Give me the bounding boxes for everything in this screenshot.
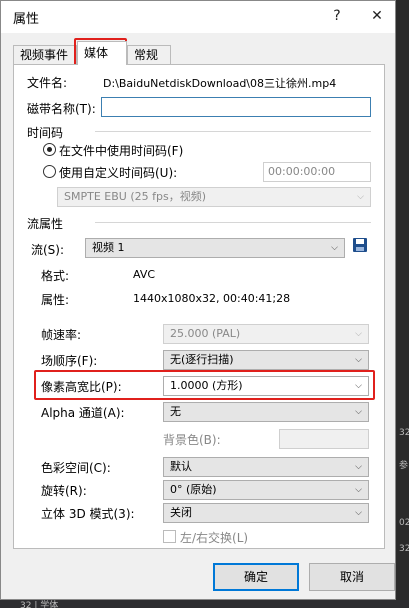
bg-text: 32: [399, 544, 409, 554]
chevron-down-icon: ⌵: [331, 243, 338, 253]
attributes-value: 1440x1080x32, 00:40:41;28: [133, 292, 291, 305]
framerate-select[interactable]: 25.000 (PAL) ⌵: [163, 324, 369, 344]
timecode-format-value: SMPTE EBU (25 fps，视频): [64, 190, 206, 203]
dialog-title: 属性: [13, 12, 40, 27]
background-timeline: 32 | 学体: [0, 600, 409, 608]
background-app: 32 参 02 32: [397, 0, 409, 608]
colorspace-value: 默认: [170, 460, 192, 473]
tab-video-event[interactable]: 视频事件: [13, 45, 77, 65]
stream-section: 流属性: [27, 217, 64, 231]
framerate-value: 25.000 (PAL): [170, 327, 241, 340]
use-custom-timecode-radio[interactable]: [43, 165, 56, 178]
field-order-select[interactable]: 无(逐行扫描) ⌵: [163, 350, 369, 370]
use-file-timecode-radio[interactable]: [43, 143, 56, 156]
chevron-down-icon: ⌵: [355, 381, 362, 391]
field-order-label: 场顺序(F):: [41, 354, 98, 368]
chevron-down-icon: ⌵: [357, 192, 364, 202]
timecode-format-select[interactable]: SMPTE EBU (25 fps，视频) ⌵: [57, 187, 371, 207]
bgcolor-swatch[interactable]: [279, 429, 369, 449]
alpha-select[interactable]: 无 ⌵: [163, 402, 369, 422]
divider: [95, 222, 371, 223]
stereo-value: 关闭: [170, 506, 192, 519]
stream-label: 流(S):: [31, 243, 65, 257]
tab-media[interactable]: 媒体: [77, 41, 127, 65]
tab-general[interactable]: 常规: [127, 45, 171, 65]
rotation-value: 0° (原始): [170, 483, 217, 496]
alpha-value: 无: [170, 405, 181, 418]
ok-button[interactable]: 确定: [213, 563, 299, 591]
framerate-label: 帧速率:: [41, 328, 82, 342]
help-button[interactable]: ?: [325, 5, 349, 27]
swap-checkbox[interactable]: [163, 530, 176, 543]
filename-label: 文件名:: [27, 76, 68, 90]
bgcolor-label: 背景色(B):: [163, 433, 221, 447]
cancel-button[interactable]: 取消: [309, 563, 395, 591]
tape-name-input[interactable]: [101, 97, 371, 117]
rotation-label: 旋转(R):: [41, 484, 87, 498]
pixel-aspect-value: 1.0000 (方形): [170, 379, 243, 392]
bg-text: 02: [399, 518, 409, 528]
pixel-aspect-label: 像素高宽比(P):: [41, 380, 122, 394]
stereo-label: 立体 3D 模式(3):: [41, 507, 135, 521]
alpha-label: Alpha 通道(A):: [41, 406, 125, 420]
custom-timecode-input[interactable]: 00:00:00:00: [263, 162, 371, 182]
colorspace-label: 色彩空间(C):: [41, 461, 111, 475]
save-icon[interactable]: [353, 238, 367, 252]
format-value: AVC: [133, 268, 156, 281]
stream-select[interactable]: 视频 1 ⌵: [85, 238, 345, 258]
chevron-down-icon: ⌵: [355, 407, 362, 417]
use-custom-timecode-label: 使用自定义时间码(U):: [59, 166, 178, 180]
chevron-down-icon: ⌵: [355, 329, 362, 339]
chevron-down-icon: ⌵: [355, 485, 362, 495]
pixel-aspect-select[interactable]: 1.0000 (方形) ⌵: [163, 376, 369, 396]
attributes-label: 属性:: [41, 293, 70, 307]
properties-dialog: 属性 ? ✕ 视频事件 媒体 常规 文件名: D:\BaiduNetdiskDo…: [0, 0, 396, 600]
title-bar: 属性 ? ✕: [1, 1, 395, 33]
chevron-down-icon: ⌵: [355, 355, 362, 365]
bg-text: 32: [399, 428, 409, 438]
filename-value: D:\BaiduNetdiskDownload\08三让徐州.mp4: [103, 77, 337, 90]
format-label: 格式:: [41, 269, 70, 283]
field-order-value: 无(逐行扫描): [170, 353, 234, 366]
bg-text: 参: [399, 461, 409, 471]
stereo-select[interactable]: 关闭 ⌵: [163, 503, 369, 523]
timecode-section: 时间码: [27, 126, 64, 140]
divider: [95, 131, 371, 132]
stream-value: 视频 1: [92, 241, 125, 254]
chevron-down-icon: ⌵: [355, 508, 362, 518]
rotation-select[interactable]: 0° (原始) ⌵: [163, 480, 369, 500]
tape-name-label: 磁带名称(T):: [27, 102, 96, 116]
swap-label: 左/右交换(L): [180, 531, 249, 545]
close-icon[interactable]: ✕: [365, 5, 389, 27]
colorspace-select[interactable]: 默认 ⌵: [163, 457, 369, 477]
bg-text: 32 | 学体: [20, 601, 59, 608]
use-file-timecode-label: 在文件中使用时间码(F): [59, 144, 184, 158]
chevron-down-icon: ⌵: [355, 462, 362, 472]
